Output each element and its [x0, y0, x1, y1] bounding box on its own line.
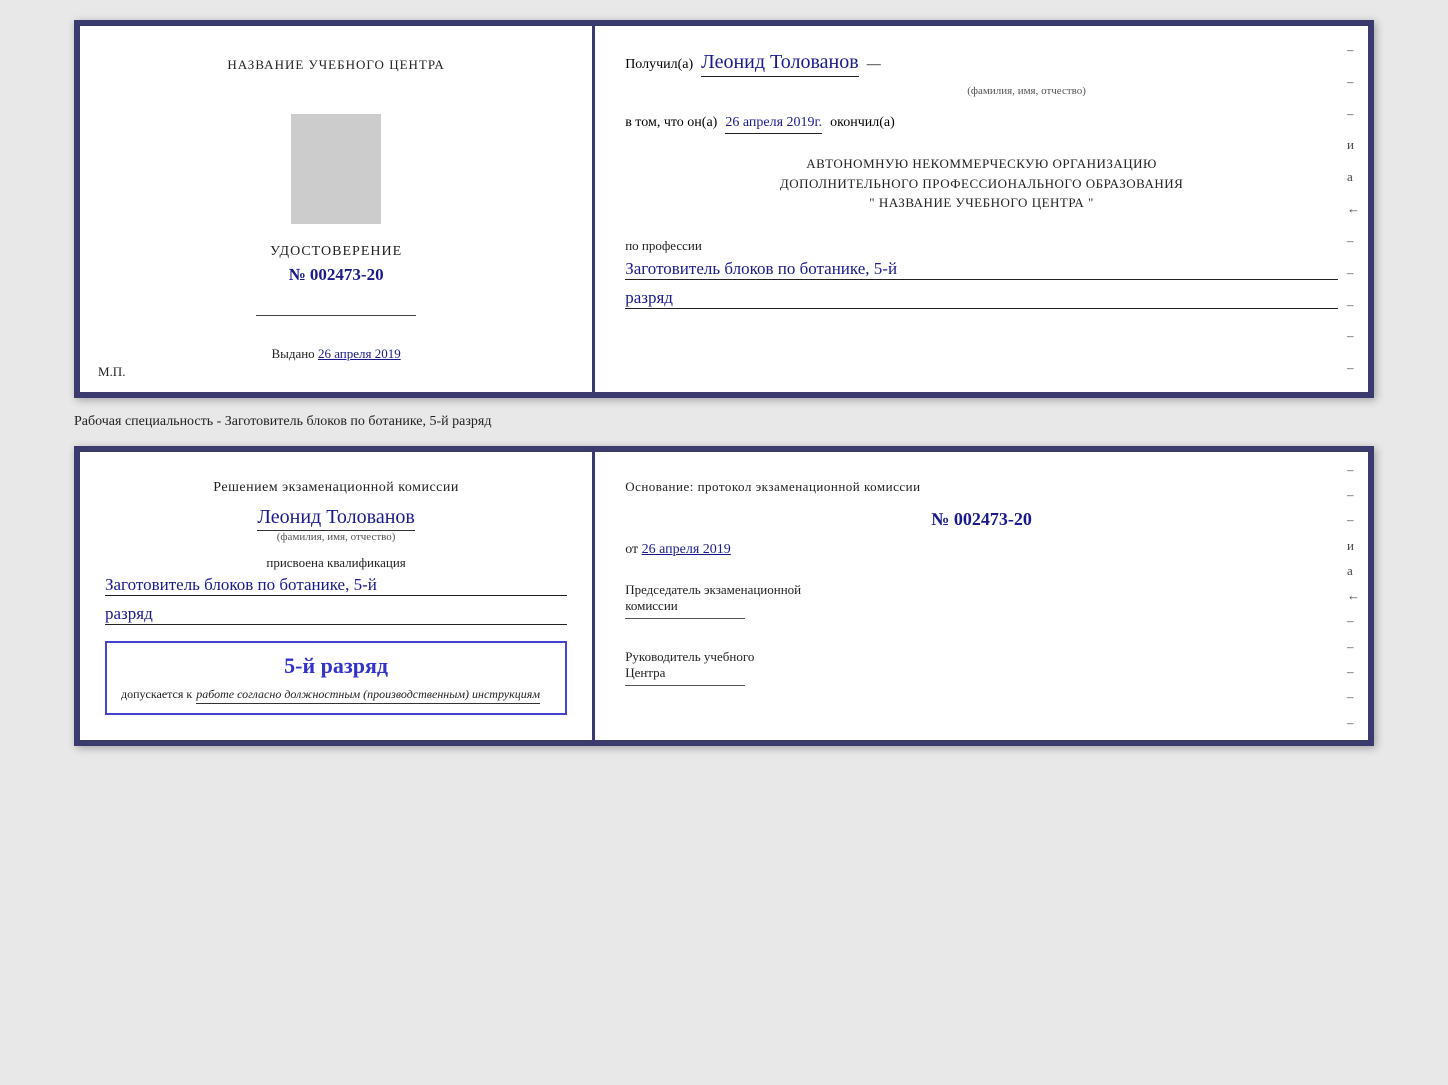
- recipient-name: Леонид Толованов: [701, 51, 859, 77]
- bottom-card-left: Решением экзаменационной комиссии Леонид…: [80, 452, 595, 740]
- person-name: Леонид Толованов: [257, 506, 415, 531]
- cert-number-value: 002473-20: [310, 265, 384, 284]
- cert-date: 26 апреля 2019г.: [725, 115, 822, 134]
- issued-label: Выдано: [271, 346, 314, 361]
- fio-label-top: (фамилия, имя, отчество): [715, 85, 1338, 97]
- protocol-number: 002473-20: [954, 509, 1032, 529]
- top-certificate-card: НАЗВАНИЕ УЧЕБНОГО ЦЕНТРА УДОСТОВЕРЕНИЕ №…: [74, 20, 1374, 398]
- director-label: Руководитель учебного Центра: [625, 649, 1338, 681]
- chairman-line2: комиссии: [625, 598, 678, 613]
- basis-label: Основание: протокол экзаменационной коми…: [625, 477, 1338, 497]
- bottom-certificate-card: Решением экзаменационной комиссии Леонид…: [74, 446, 1374, 746]
- chairman-sign-line: [625, 618, 745, 619]
- stamp-admit-prefix: допускается к: [121, 687, 192, 701]
- org-line2: ДОПОЛНИТЕЛЬНОГО ПРОФЕССИОНАЛЬНОГО ОБРАЗО…: [625, 174, 1338, 194]
- bottom-card-right: Основание: протокол экзаменационной коми…: [595, 452, 1368, 740]
- date-value: 26 апреля 2019: [642, 542, 731, 557]
- protocol-date-line: от 26 апреля 2019: [625, 542, 1338, 558]
- cert-title: УДОСТОВЕРЕНИЕ: [270, 244, 402, 260]
- profession-block: по профессии Заготовитель блоков по бота…: [625, 237, 1338, 309]
- right-dashes: – – – и а ← – – – – –: [1347, 26, 1360, 392]
- chairman-line1: Председатель экзаменационной: [625, 582, 801, 597]
- director-line2: Центра: [625, 665, 665, 680]
- qualification-value: Заготовитель блоков по ботанике, 5-й: [105, 575, 567, 596]
- issued-line: Выдано 26 апреля 2019: [271, 346, 400, 362]
- person-name-block: Леонид Толованов: [105, 506, 567, 529]
- profession-label: по профессии: [625, 238, 702, 253]
- cert-number-prefix: №: [289, 265, 306, 284]
- issued-date: 26 апреля 2019: [318, 346, 401, 361]
- date-prefix: от: [625, 542, 638, 557]
- stamp-admit-italic: работе согласно должностным (производств…: [196, 687, 540, 701]
- chairman-label: Председатель экзаменационной комиссии: [625, 582, 1338, 614]
- rank-value-bottom: разряд: [105, 604, 567, 625]
- cert-line1: в том, что он(а): [625, 115, 717, 131]
- top-card-left: НАЗВАНИЕ УЧЕБНОГО ЦЕНТРА УДОСТОВЕРЕНИЕ №…: [80, 26, 595, 392]
- director-sign-line: [625, 685, 745, 686]
- mp-label: М.П.: [98, 364, 125, 380]
- decision-text: Решением экзаменационной комиссии: [105, 477, 567, 498]
- org-block: АВТОНОМНУЮ НЕКОММЕРЧЕСКУЮ ОРГАНИЗАЦИЮ ДО…: [625, 154, 1338, 213]
- cert-finished: окончил(а): [830, 115, 895, 131]
- protocol-number-block: № 002473-20: [625, 509, 1338, 530]
- right-dashes-bottom: – – – и а ← – – – – –: [1347, 452, 1360, 740]
- qualification-label: присвоена квалификация: [105, 555, 567, 571]
- recipient-line: Получил(а) Леонид Толованов —: [625, 51, 1338, 77]
- rank-value: разряд: [625, 288, 1338, 309]
- director-line1: Руководитель учебного: [625, 649, 754, 664]
- stamp-rank: 5-й разряд: [121, 653, 551, 679]
- photo-placeholder: [291, 114, 381, 224]
- stamp-admit-text: работе согласно должностным (производств…: [196, 685, 540, 704]
- recipient-prefix: Получил(а): [625, 57, 693, 73]
- stamp-admit-line: допускается к работе согласно должностны…: [121, 685, 551, 703]
- cert-number: № 002473-20: [289, 265, 384, 285]
- director-block: Руководитель учебного Центра: [625, 649, 1338, 690]
- chairman-block: Председатель экзаменационной комиссии: [625, 582, 1338, 623]
- protocol-prefix: №: [931, 509, 949, 529]
- basis-label-text: Основание: протокол экзаменационной коми…: [625, 479, 920, 494]
- org-line1: АВТОНОМНУЮ НЕКОММЕРЧЕСКУЮ ОРГАНИЗАЦИЮ: [625, 154, 1338, 174]
- fio-label-bottom: (фамилия, имя, отчество): [105, 531, 567, 543]
- training-center-label: НАЗВАНИЕ УЧЕБНОГО ЦЕНТРА: [227, 56, 444, 74]
- profession-value: Заготовитель блоков по ботанике, 5-й: [625, 259, 1338, 280]
- top-card-right: Получил(а) Леонид Толованов — (фамилия, …: [595, 26, 1368, 392]
- annotation-text: Рабочая специальность - Заготовитель бло…: [74, 410, 1374, 434]
- org-line3: " НАЗВАНИЕ УЧЕБНОГО ЦЕНТРА ": [625, 193, 1338, 213]
- cert-date-line: в том, что он(а) 26 апреля 2019г. окончи…: [625, 115, 1338, 134]
- stamp-box: 5-й разряд допускается к работе согласно…: [105, 641, 567, 715]
